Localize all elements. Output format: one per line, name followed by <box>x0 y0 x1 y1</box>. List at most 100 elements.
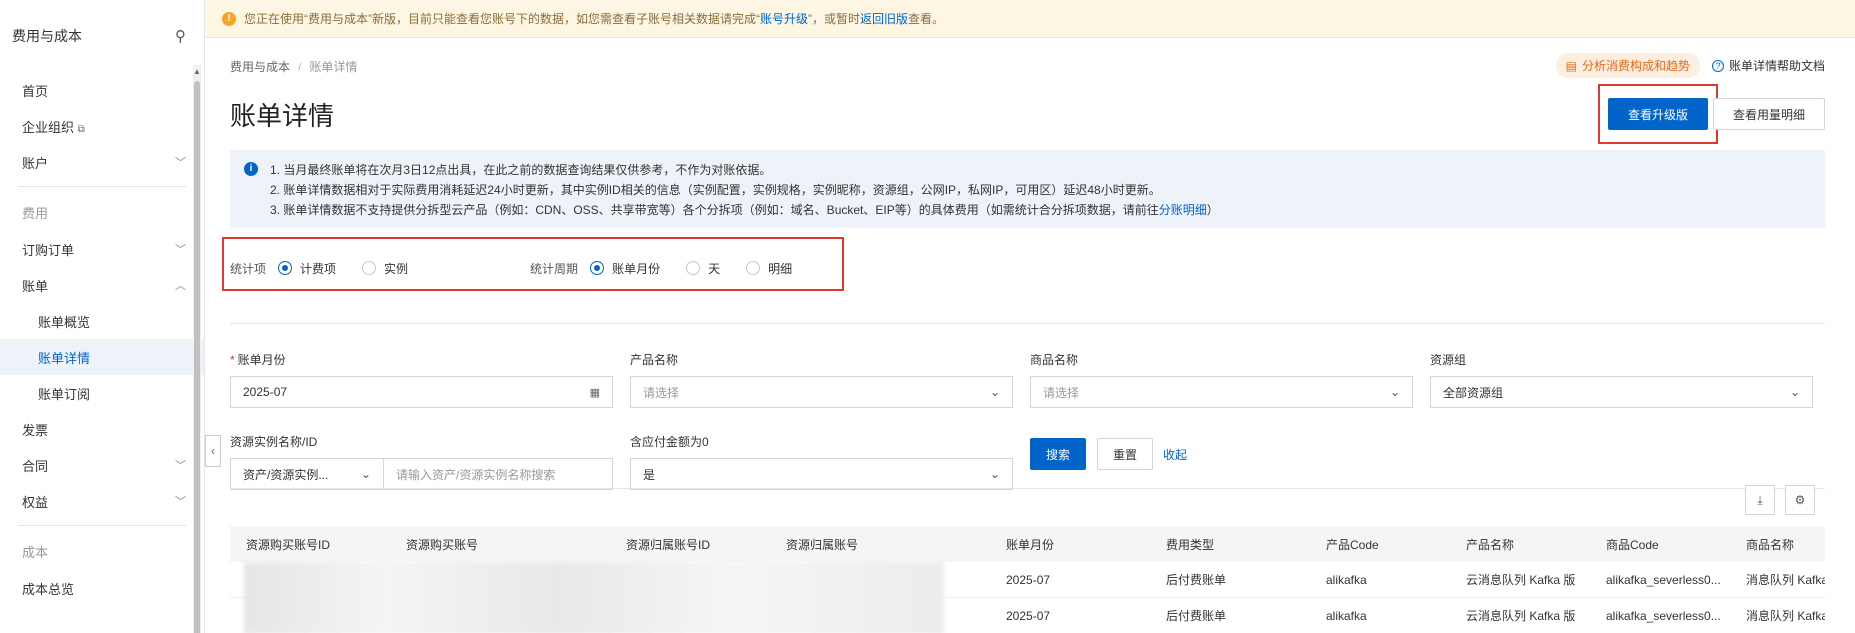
radio-unchecked-icon <box>362 261 377 275</box>
bill-month-value: 2025-07 <box>243 385 288 399</box>
chevron-down-icon: ⌄ <box>1389 385 1400 399</box>
sidebar-item-bill-subscription[interactable]: 账单订阅 <box>0 375 204 411</box>
bill-month-label: * 账单月份 <box>230 353 286 367</box>
col-header: 费用类型 <box>1166 537 1215 552</box>
col-header: 账单月份 <box>1006 537 1055 552</box>
zero-amount-value: 是 <box>643 467 656 482</box>
sidebar-item-home[interactable]: 首页 <box>0 72 204 108</box>
table-header: 资源购买账号ID 资源购买账号 资源归属账号ID 资源归属账号 账单月份 费用类… <box>230 526 1825 562</box>
sidebar-item-bill-overview[interactable]: 账单概览 <box>0 303 204 339</box>
split-bill-link[interactable]: 分账明细 <box>1159 203 1207 217</box>
sidebar-item-label: 订购订单 <box>22 242 75 258</box>
calendar-icon: ▦ <box>589 386 600 399</box>
radio-unchecked-icon <box>686 261 701 275</box>
gear-icon: ⚙ <box>1794 493 1806 507</box>
sidebar-item-enterprise[interactable]: 企业组织 ⧉ <box>0 108 204 144</box>
chart-icon: ▤ <box>1565 58 1577 73</box>
product-name-select[interactable]: 请选择 ⌄ <box>630 376 1013 408</box>
commodity-name-select[interactable]: 请选择 ⌄ <box>1030 376 1413 408</box>
col-header: 产品名称 <box>1466 537 1515 552</box>
help-label: 账单详情帮助文档 <box>1728 59 1825 73</box>
col-header: 资源购买账号 <box>406 537 479 552</box>
table-cell: alikafka_severless0... <box>1606 608 1721 623</box>
breadcrumb-root[interactable]: 费用与成本 <box>230 60 290 74</box>
radio-billing-item[interactable]: 计费项 <box>278 260 336 277</box>
warning-icon: ! <box>222 11 236 26</box>
redacted-account-region <box>244 562 944 633</box>
top-right-links: ▤ 分析消费构成和趋势 ? 账单详情帮助文档 <box>1555 53 1825 78</box>
sidebar-header: 费用与成本 ⚲ <box>0 0 204 72</box>
col-header: 产品Code <box>1326 537 1379 552</box>
radio-bill-month[interactable]: 账单月份 <box>590 260 660 277</box>
stat-period-label: 统计周期 <box>530 261 579 276</box>
sidebar-item-invoice[interactable]: 发票 <box>0 411 204 447</box>
sidebar-item-label: 账单概览 <box>38 314 91 330</box>
download-icon: ⤓ <box>1757 492 1763 507</box>
instance-placeholder: 请输入资产/资源实例名称搜索 <box>396 467 556 482</box>
return-old-version-link[interactable]: 返回旧版 <box>860 10 908 27</box>
table-cell: 云消息队列 Kafka 版 <box>1466 609 1576 623</box>
sidebar-item-bill-details[interactable]: 账单详情 <box>0 339 204 375</box>
banner-text-before: 您正在使用“费用与成本”新版，目前只能查看您账号下的数据，如您需查看子账号相关数… <box>244 12 760 26</box>
search-icon[interactable]: ⚲ <box>175 27 186 45</box>
reset-button[interactable]: 重置 <box>1097 438 1153 470</box>
view-upgraded-button[interactable]: 查看升级版 <box>1608 98 1708 130</box>
sidebar-item-contract[interactable]: 合同 ﹀ <box>0 447 204 483</box>
notice-line-2: 2. 账单详情数据相对于实际费用消耗延迟24小时更新，其中实例ID相关的信息（实… <box>270 183 1161 197</box>
product-name-label: 产品名称 <box>630 353 679 367</box>
sidebar-group-fee: 费用 <box>22 205 49 221</box>
download-button[interactable]: ⤓ <box>1745 485 1775 515</box>
bill-month-picker[interactable]: 2025-07 ▦ <box>230 376 613 408</box>
external-link-icon: ⧉ <box>77 123 85 135</box>
radio-instance[interactable]: 实例 <box>362 260 408 277</box>
collapse-filters-link[interactable]: 收起 <box>1163 446 1187 463</box>
resource-group-select[interactable]: 全部资源组 ⌄ <box>1430 376 1813 408</box>
instance-type-select[interactable]: 资产/资源实例... ⌄ <box>230 458 384 490</box>
sidebar-item-benefits[interactable]: 权益 ﹀ <box>0 483 204 519</box>
breadcrumb-current: 账单详情 <box>309 60 358 74</box>
zero-amount-select[interactable]: 是 ⌄ <box>630 458 1013 490</box>
chevron-down-icon: ⌄ <box>1789 385 1800 399</box>
zero-amount-label: 含应付金额为0 <box>630 435 709 449</box>
sidebar-title: 费用与成本 <box>12 28 82 44</box>
upgrade-banner: ! 您正在使用“费用与成本”新版，目前只能查看您账号下的数据，如您需查看子账号相… <box>0 0 1855 38</box>
sidebar-item-orders[interactable]: 订购订单 ﹀ <box>0 231 204 267</box>
chevron-down-icon: ⌄ <box>989 385 1000 399</box>
collapse-sidebar-button[interactable]: ‹ <box>205 435 221 467</box>
scrollbar-thumb[interactable] <box>194 81 200 633</box>
search-button[interactable]: 搜索 <box>1030 438 1086 470</box>
sidebar-item-label: 账户 <box>22 155 49 171</box>
col-header: 商品名称 <box>1746 537 1795 552</box>
notice-line-1: 1. 当月最终账单将在次月3日12点出具，在此之前的数据查询结果仅供参考，不作为… <box>270 163 772 177</box>
analyze-consumption-link[interactable]: ▤ 分析消费构成和趋势 <box>1555 53 1700 78</box>
radio-unchecked-icon <box>746 261 761 275</box>
banner-text-after: 查看。 <box>908 12 945 26</box>
sidebar-item-label: 成本总览 <box>22 581 75 597</box>
account-upgrade-link[interactable]: 账号升级 <box>760 10 808 27</box>
table-cell: 云消息队列 Kafka 版 <box>1466 573 1576 587</box>
instance-type-value: 资产/资源实例... <box>243 467 329 482</box>
table-cell: 消息队列 Kafka <box>1746 609 1825 623</box>
sidebar-item-cost-overview[interactable]: 成本总览 <box>0 570 204 606</box>
breadcrumb: 费用与成本 / 账单详情 <box>230 58 357 75</box>
view-usage-details-button[interactable]: 查看用量明细 <box>1713 98 1825 130</box>
instance-search-input[interactable]: 请输入资产/资源实例名称搜索 <box>383 458 613 490</box>
sidebar-item-bill[interactable]: 账单 ︿ <box>0 267 204 303</box>
help-doc-link[interactable]: ? 账单详情帮助文档 <box>1711 57 1825 74</box>
settings-button[interactable]: ⚙ <box>1785 485 1815 515</box>
chevron-down-icon: ﹀ <box>175 460 186 472</box>
sidebar-divider <box>18 186 186 187</box>
radio-day[interactable]: 天 <box>686 260 720 277</box>
table-cell: 后付费账单 <box>1166 573 1227 587</box>
table-cell: alikafka <box>1326 572 1367 587</box>
sidebar-scrollbar[interactable]: ▲ <box>193 65 201 633</box>
sidebar-item-account[interactable]: 账户 ﹀ <box>0 144 204 180</box>
table-cell: alikafka_severless0... <box>1606 572 1721 587</box>
radio-detail[interactable]: 明细 <box>746 260 792 277</box>
sidebar-item-label: 权益 <box>22 494 49 510</box>
resource-group-label: 资源组 <box>1430 353 1467 367</box>
sidebar-item-label: 合同 <box>22 458 49 474</box>
scroll-up-icon[interactable]: ▲ <box>193 67 201 76</box>
col-header: 资源归属账号 <box>786 537 859 552</box>
stat-options-row: 统计项 计费项 实例 统计周期 账单月份 天 明细 <box>230 248 1825 288</box>
